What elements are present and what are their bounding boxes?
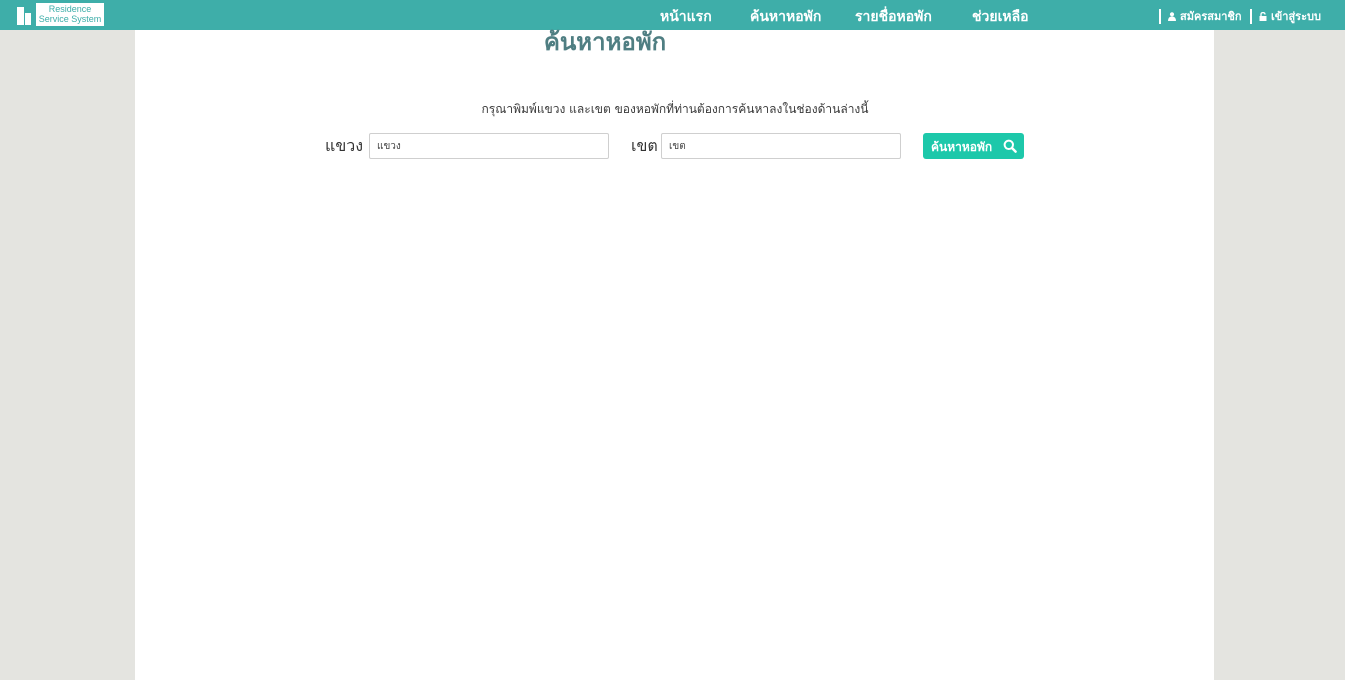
- login-label: เข้าสู่ระบบ: [1271, 10, 1321, 23]
- search-icon: [1003, 139, 1017, 153]
- search-button-label: ค้นหาหอพัก: [931, 140, 993, 154]
- divider: [1250, 9, 1252, 24]
- logo-line-1: Residence: [48, 4, 92, 14]
- subdistrict-label: แขวง: [325, 136, 364, 155]
- main-content: [135, 30, 1214, 680]
- login-link[interactable]: เข้าสู่ระบบ: [1259, 0, 1321, 30]
- subdistrict-input[interactable]: [369, 133, 609, 159]
- page-title: ค้นหาหอพัก: [543, 28, 667, 56]
- search-button[interactable]: ค้นหาหอพัก: [923, 133, 1024, 159]
- district-input[interactable]: [661, 133, 901, 159]
- lock-icon: [1259, 1, 1267, 21]
- search-instruction: กรุณาพิมพ์แขวง และเขต ของหอพักที่ท่านต้อ…: [481, 102, 869, 116]
- district-label: เขต: [631, 136, 658, 155]
- user-icon: [1168, 1, 1176, 21]
